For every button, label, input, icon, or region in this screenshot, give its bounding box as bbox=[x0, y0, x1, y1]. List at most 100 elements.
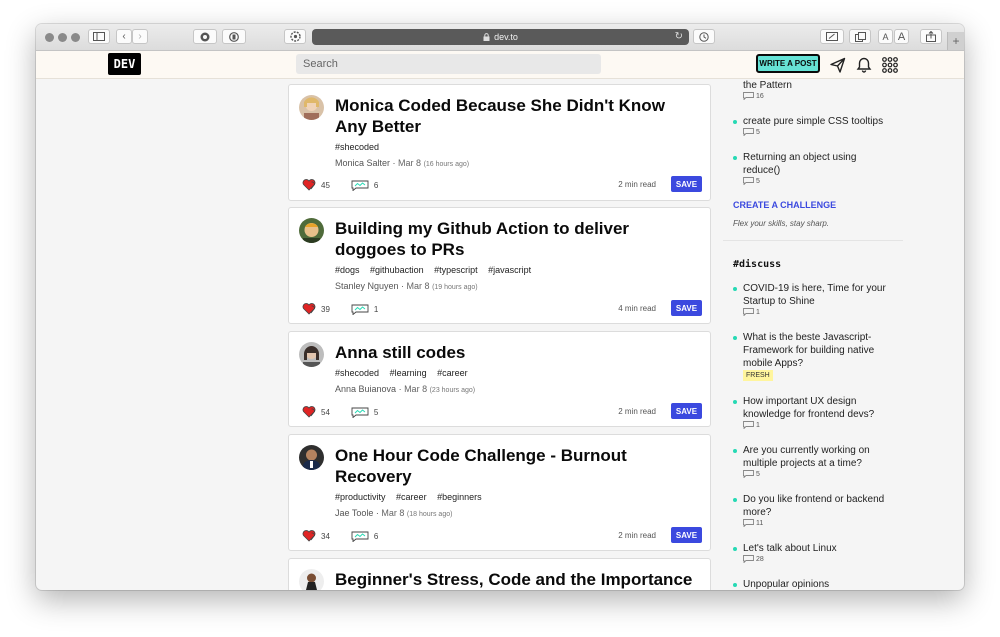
author-avatar[interactable] bbox=[299, 445, 324, 470]
forward-button[interactable]: › bbox=[132, 29, 148, 44]
post-title[interactable]: Beginner's Stress, Code and the Importan… bbox=[335, 569, 705, 590]
post-card[interactable]: Building my Github Action to deliver dog… bbox=[288, 207, 711, 324]
font-larger-button[interactable]: A bbox=[894, 29, 909, 44]
post-tag[interactable]: #shecoded bbox=[335, 368, 379, 378]
post-stats: 39 1 bbox=[302, 303, 378, 315]
post-tag[interactable]: #learning bbox=[390, 368, 427, 378]
write-post-button[interactable]: WRITE A POST bbox=[756, 54, 820, 73]
share-icon bbox=[926, 31, 936, 42]
comment-icon[interactable] bbox=[351, 304, 369, 315]
comment-count: 28 bbox=[756, 555, 764, 563]
search-input[interactable] bbox=[296, 54, 601, 74]
zoom-window-button[interactable] bbox=[71, 33, 80, 42]
comment-count: 5 bbox=[756, 177, 760, 185]
author-avatar[interactable] bbox=[299, 95, 324, 120]
post-tag[interactable]: #githubaction bbox=[370, 265, 424, 275]
discuss-title[interactable]: What is the beste Javascript-Framework f… bbox=[743, 331, 888, 370]
new-tab-button[interactable]: + bbox=[947, 32, 964, 50]
author-avatar[interactable] bbox=[299, 569, 324, 590]
challenge-title[interactable]: Returning an object using reduce() bbox=[743, 151, 873, 177]
post-card[interactable]: One Hour Code Challenge - Burnout Recove… bbox=[288, 434, 711, 551]
comment-count-badge: 28 bbox=[743, 555, 764, 563]
comment-icon bbox=[743, 177, 754, 185]
address-bar[interactable]: dev.to ↻ bbox=[312, 29, 689, 45]
post-title[interactable]: Monica Coded Because She Didn't Know Any… bbox=[335, 95, 685, 137]
comment-count: 1 bbox=[756, 308, 760, 316]
history-button[interactable] bbox=[693, 29, 715, 44]
heart-icon[interactable] bbox=[302, 179, 316, 191]
heart-icon[interactable] bbox=[302, 406, 316, 418]
post-tag[interactable]: #productivity bbox=[335, 492, 386, 502]
font-smaller-button[interactable]: A bbox=[878, 29, 893, 44]
post-title[interactable]: Anna still codes bbox=[335, 342, 685, 363]
heart-icon[interactable] bbox=[302, 303, 316, 315]
sidebar-toggle-button[interactable] bbox=[88, 29, 110, 44]
back-button[interactable]: ‹ bbox=[116, 29, 132, 44]
post-title[interactable]: One Hour Code Challenge - Burnout Recove… bbox=[335, 445, 685, 487]
reload-icon[interactable]: ↻ bbox=[675, 31, 683, 42]
post-card[interactable]: Monica Coded Because She Didn't Know Any… bbox=[288, 84, 711, 201]
share-button[interactable] bbox=[920, 29, 942, 44]
post-tag[interactable]: #dogs bbox=[335, 265, 360, 275]
post-tag[interactable]: #career bbox=[437, 368, 468, 378]
post-tag[interactable]: #career bbox=[396, 492, 427, 502]
discuss-title[interactable]: Are you currently working on multiple pr… bbox=[743, 444, 883, 470]
discuss-title[interactable]: How important UX design knowledge for fr… bbox=[743, 395, 888, 421]
dev-logo[interactable]: DEV bbox=[108, 53, 141, 75]
author-avatar[interactable] bbox=[299, 342, 324, 367]
save-button[interactable]: SAVE bbox=[671, 176, 702, 192]
author-avatar[interactable] bbox=[299, 218, 324, 243]
save-button[interactable]: SAVE bbox=[671, 527, 702, 543]
heart-icon[interactable] bbox=[302, 530, 316, 542]
bell-icon[interactable] bbox=[855, 56, 873, 74]
discuss-title[interactable]: Do you like frontend or backend more? bbox=[743, 493, 893, 519]
author-name[interactable]: Monica Salter bbox=[335, 158, 390, 168]
font-large-label: A bbox=[897, 30, 906, 43]
browser-window: ‹ › dev.to ↻ A A + DEV Search WRITE A PO… bbox=[36, 24, 964, 590]
post-card[interactable]: Anna still codes #shecoded #learning #ca… bbox=[288, 331, 711, 427]
extension-privacy-button[interactable] bbox=[222, 29, 246, 44]
gear-icon bbox=[289, 31, 301, 42]
comment-icon bbox=[743, 519, 754, 527]
discuss-title[interactable]: COVID-19 is here, Time for your Startup … bbox=[743, 282, 893, 308]
discuss-title[interactable]: Let's talk about Linux bbox=[743, 542, 898, 555]
post-date: Mar 8 bbox=[381, 508, 405, 518]
tab-overview-button[interactable] bbox=[849, 29, 871, 44]
post-tags: #shecoded bbox=[335, 142, 387, 152]
save-button[interactable]: SAVE bbox=[671, 403, 702, 419]
author-name[interactable]: Stanley Nguyen bbox=[335, 281, 399, 291]
post-tag[interactable]: #shecoded bbox=[335, 142, 379, 152]
discuss-heading[interactable]: #discuss bbox=[733, 259, 781, 270]
post-relative-time: (18 hours ago) bbox=[406, 511, 453, 518]
apps-grid-icon[interactable] bbox=[881, 56, 899, 74]
extension-grammarly-button[interactable] bbox=[193, 29, 217, 44]
chevron-right-icon: › bbox=[138, 31, 142, 42]
comment-icon[interactable] bbox=[351, 531, 369, 542]
post-tag[interactable]: #javascript bbox=[488, 265, 531, 275]
close-window-button[interactable] bbox=[45, 33, 54, 42]
minimize-window-button[interactable] bbox=[58, 33, 67, 42]
comment-icon[interactable] bbox=[351, 180, 369, 191]
comment-icon[interactable] bbox=[351, 407, 369, 418]
save-button[interactable]: SAVE bbox=[671, 300, 702, 316]
post-tag[interactable]: #beginners bbox=[437, 492, 482, 502]
bullet-dot bbox=[733, 287, 737, 291]
post-tags: #productivity #career #beginners bbox=[335, 492, 490, 502]
post-tag[interactable]: #typescript bbox=[434, 265, 478, 275]
author-name[interactable]: Anna Buianova bbox=[335, 384, 396, 394]
author-name[interactable]: Jae Toole bbox=[335, 508, 373, 518]
annotate-button[interactable] bbox=[820, 29, 844, 44]
post-date: Mar 8 bbox=[398, 158, 422, 168]
post-card[interactable]: Beginner's Stress, Code and the Importan… bbox=[288, 558, 711, 590]
discuss-title[interactable]: Unpopular opinions bbox=[743, 578, 898, 590]
create-challenge-link[interactable]: CREATE A CHALLENGE bbox=[733, 200, 836, 210]
bullet-dot bbox=[733, 547, 737, 551]
reaction-count: 39 bbox=[321, 304, 330, 314]
challenge-title[interactable]: the Pattern bbox=[743, 79, 898, 92]
challenge-title[interactable]: create pure simple CSS tooltips bbox=[743, 115, 898, 128]
paper-plane-icon[interactable] bbox=[829, 56, 847, 74]
settings-extension-button[interactable] bbox=[284, 29, 306, 44]
post-stats: 54 5 bbox=[302, 406, 378, 418]
comment-count: 16 bbox=[756, 92, 764, 100]
post-title[interactable]: Building my Github Action to deliver dog… bbox=[335, 218, 685, 260]
